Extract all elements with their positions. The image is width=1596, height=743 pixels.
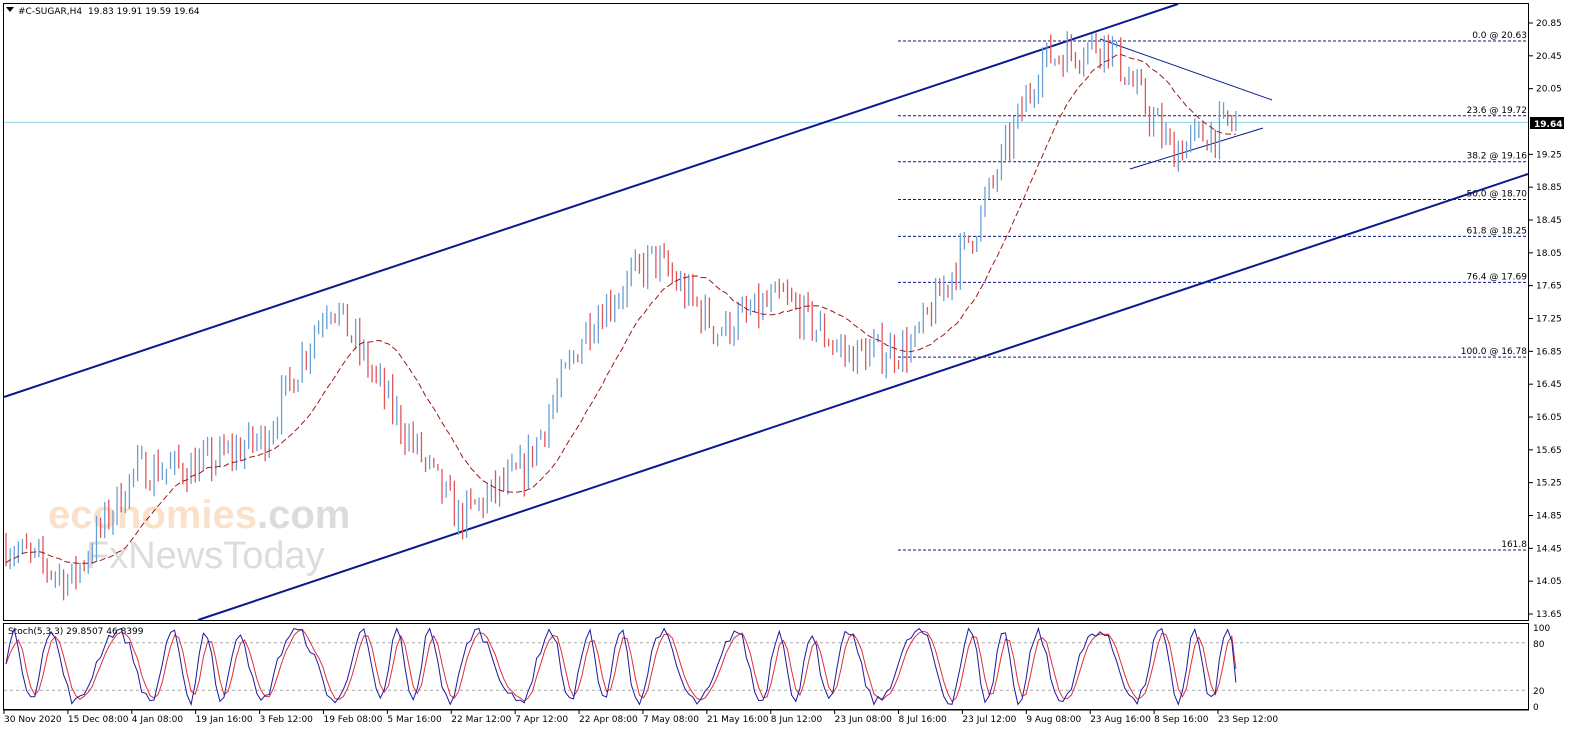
price-tick-label: 15.65 xyxy=(1536,446,1562,456)
time-tick-label: 4 Jan 08:00 xyxy=(132,715,184,725)
price-tick-label: 18.45 xyxy=(1536,216,1562,226)
symbol-label: #C-SUGAR,H4 xyxy=(18,7,82,17)
time-tick-label: 19 Feb 08:00 xyxy=(323,715,382,725)
price-tick-label: 16.45 xyxy=(1536,380,1562,390)
time-tick-label: 9 Aug 08:00 xyxy=(1026,715,1081,725)
price-tick-label: 18.05 xyxy=(1536,249,1562,259)
fibonacci-levels: 0.0 @ 20.6323.6 @ 19.7238.2 @ 19.1650.0 … xyxy=(898,31,1528,551)
time-tick-label: 30 Nov 2020 xyxy=(4,715,62,725)
price-tick-label: 20.45 xyxy=(1536,52,1562,62)
time-tick-label: 5 Mar 16:00 xyxy=(387,715,442,725)
time-tick-label: 23 Jul 12:00 xyxy=(962,715,1016,725)
time-tick-label: 15 Dec 08:00 xyxy=(68,715,129,725)
time-tick-label: 22 Mar 12:00 xyxy=(451,715,511,725)
ohlc-values: 19.83 19.91 19.59 19.64 xyxy=(88,7,200,17)
price-tick-label: 19.25 xyxy=(1536,150,1562,160)
chart-header: #C-SUGAR,H4 19.83 19.91 19.59 19.64 xyxy=(6,7,200,17)
time-tick-label: 7 Apr 12:00 xyxy=(515,715,568,725)
current-price-value: 19.64 xyxy=(1534,120,1562,130)
time-tick-label: 23 Aug 16:00 xyxy=(1090,715,1151,725)
time-tick-label: 3 Feb 12:00 xyxy=(260,715,314,725)
fib-level-label: 76.4 @ 17.69 xyxy=(1466,272,1527,282)
time-tick-label: 21 May 16:00 xyxy=(707,715,769,725)
price-tick-label: 14.05 xyxy=(1536,577,1562,587)
stoch-axis-label: 80 xyxy=(1533,640,1545,650)
price-tick-label: 16.05 xyxy=(1536,413,1562,423)
fib-level-label: 0.0 @ 20.63 xyxy=(1472,31,1527,41)
fib-level-label: 100.0 @ 16.78 xyxy=(1461,347,1528,357)
watermark-subbrand: FxNewsToday xyxy=(86,535,325,577)
time-tick-label: 22 Apr 08:00 xyxy=(579,715,638,725)
fib-level-label: 161.8 xyxy=(1501,540,1527,550)
moving-average-line xyxy=(5,54,1236,564)
channel-lower-line[interactable] xyxy=(197,173,1529,621)
price-tick-label: 13.65 xyxy=(1536,610,1562,620)
watermark: economies.com FxNewsToday xyxy=(48,493,350,577)
price-tick-label: 14.45 xyxy=(1536,544,1562,554)
stoch-axis-label: 20 xyxy=(1533,687,1545,697)
svg-text:economies.com: economies.com xyxy=(48,493,350,537)
triangle-upper-line[interactable] xyxy=(1099,38,1273,101)
chart-canvas[interactable]: economies.com FxNewsToday 0.0 @ 20.63 23.… xyxy=(0,0,1596,743)
current-price-tag: 19.64 xyxy=(1530,117,1564,130)
price-tick-label: 16.85 xyxy=(1536,347,1562,357)
time-tick-label: 23 Jun 08:00 xyxy=(835,715,892,725)
price-tick-label: 20.85 xyxy=(1536,19,1562,29)
price-tick-label: 17.65 xyxy=(1536,282,1562,292)
fib-level-label: 38.2 @ 19.16 xyxy=(1466,152,1527,162)
watermark-brand: economies xyxy=(48,493,257,537)
channel-upper-line[interactable] xyxy=(3,3,1179,398)
price-tick-label: 15.25 xyxy=(1536,479,1562,489)
price-tick-label: 14.85 xyxy=(1536,512,1562,522)
price-tick-label: 20.05 xyxy=(1536,85,1562,95)
stochastic-panel: Stoch(5,3,3) 29.8507 46.8399 10080200 xyxy=(4,624,1550,713)
fib-level-label: 23.6 @ 19.72 xyxy=(1466,106,1527,116)
time-tick-label: 8 Jun 12:00 xyxy=(771,715,823,725)
stoch-signal-line xyxy=(5,628,1237,703)
stoch-axis-label: 0 xyxy=(1533,703,1539,713)
time-axis: 30 Nov 2020 15 Dec 08:00 4 Jan 08:00 19 Jan… xyxy=(3,710,1278,725)
price-tick-label: 18.85 xyxy=(1536,183,1562,193)
price-tick-label: 17.25 xyxy=(1536,315,1562,325)
stoch-main-line xyxy=(5,626,1237,707)
stoch-axis-label: 100 xyxy=(1533,624,1550,634)
price-axis: 20.85 20.45 20.05 19.25 18.85 18.45 18.05 17.65… xyxy=(1529,19,1562,620)
fib-level-label: 61.8 @ 18.25 xyxy=(1466,226,1527,236)
time-tick-label: 8 Jul 16:00 xyxy=(899,715,948,725)
time-tick-label: 7 May 08:00 xyxy=(643,715,699,725)
time-tick-label: 19 Jan 16:00 xyxy=(196,715,253,725)
time-tick-label: 8 Sep 16:00 xyxy=(1154,715,1209,725)
watermark-domain: .com xyxy=(257,493,350,537)
time-tick-label: 23 Sep 12:00 xyxy=(1218,715,1278,725)
collapse-triangle-icon[interactable] xyxy=(6,7,14,12)
stoch-panel-frame xyxy=(3,623,1529,710)
